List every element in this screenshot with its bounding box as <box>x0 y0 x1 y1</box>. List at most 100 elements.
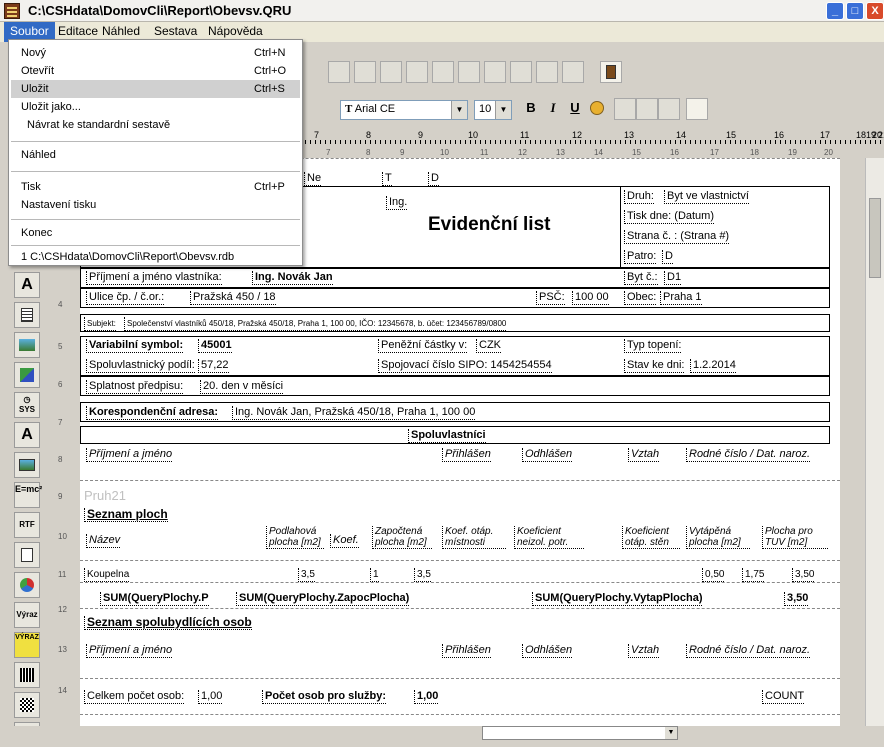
font-combo[interactable]: T Arial CE ▼ <box>340 100 468 120</box>
field-subjekt[interactable]: Společenství vlastníků 450/18, Pražská 4… <box>124 317 507 331</box>
expression-tool[interactable]: E=mc² <box>14 482 42 508</box>
align-bottom-icon[interactable] <box>458 61 480 83</box>
frame-icon[interactable] <box>686 98 708 120</box>
app-icon[interactable] <box>4 3 20 19</box>
minimize-button[interactable]: _ <box>826 2 844 20</box>
vyraz-tool[interactable]: Výraz <box>14 602 40 628</box>
col-odhlasen[interactable]: Odhlášen <box>522 448 573 462</box>
chevron-down-icon[interactable]: ▼ <box>665 727 677 739</box>
align-text-right-icon[interactable] <box>658 98 680 120</box>
field-druh[interactable]: Byt ve vlastnictví <box>664 190 749 204</box>
dbimage-tool[interactable] <box>14 452 40 478</box>
align-top-icon[interactable] <box>406 61 428 83</box>
field-koupelna[interactable]: Koupelna <box>84 568 130 582</box>
col-rodne-cislo[interactable]: Rodné číslo / Dat. naroz. <box>686 448 811 462</box>
section-seznam-ploch[interactable]: Seznam ploch <box>84 508 168 522</box>
col-osoby-rodne-cislo[interactable]: Rodné číslo / Dat. naroz. <box>686 644 811 658</box>
size-combo[interactable]: 10 ▼ <box>474 100 512 120</box>
dbtext-tool[interactable]: A <box>14 422 40 448</box>
dbrichtext-tool[interactable] <box>14 542 40 568</box>
label-patro[interactable]: Patro: <box>624 250 657 264</box>
label-vs[interactable]: Variabilní symbol: <box>86 339 184 353</box>
field-byt[interactable]: D1 <box>664 271 682 285</box>
space-evenly-icon[interactable] <box>536 61 558 83</box>
field-ulice[interactable]: Pražská 450 / 18 <box>190 291 276 305</box>
label-podil[interactable]: Spoluvlastnický podíl: <box>86 359 195 373</box>
scroll-thumb[interactable] <box>869 198 881 278</box>
field-penezni[interactable]: CZK <box>476 339 501 353</box>
col-prihlasen[interactable]: Přihlášen <box>442 448 491 462</box>
shape-tool[interactable] <box>14 362 40 388</box>
menu-item-nastaveni-tisku[interactable]: Nastavení tisku <box>11 196 300 214</box>
memo-tool[interactable] <box>14 302 40 328</box>
rtf-tool[interactable]: RTF <box>14 512 40 538</box>
label-subjekt[interactable]: Subjekt: <box>84 317 116 331</box>
chevron-down-icon[interactable]: ▼ <box>451 101 467 119</box>
col-osoby-prijmeni[interactable]: Příjmení a jméno <box>86 644 173 658</box>
vyraz-sum-tool[interactable]: VÝRAZ <box>14 632 40 658</box>
field-ing[interactable]: Ing. <box>386 196 408 210</box>
field-pocet-sluzby[interactable]: 1,00 <box>414 690 439 704</box>
vertical-scrollbar[interactable] <box>865 158 884 740</box>
align-middle-icon[interactable] <box>432 61 454 83</box>
menu-item-otevrit[interactable]: Otevřít Ctrl+O <box>11 62 300 80</box>
col-vztah[interactable]: Vztah <box>628 448 660 462</box>
align-text-left-icon[interactable] <box>614 98 636 120</box>
field-sum-podlahova[interactable]: SUM(QueryPlochy.P <box>100 592 209 606</box>
label-celkem[interactable]: Celkem počet osob: <box>84 690 185 704</box>
label-prijmeni-vlastnika[interactable]: Příjmení a jméno vlastníka: <box>86 271 222 285</box>
status-combo[interactable]: ▼ <box>482 726 678 740</box>
align-center-icon[interactable] <box>354 61 376 83</box>
align-text-center-icon[interactable] <box>636 98 658 120</box>
menu-item-navrat[interactable]: Návrat ke standardní sestavě <box>11 116 300 134</box>
field-vs[interactable]: 45001 <box>198 339 232 353</box>
col-osoby-prihlasen[interactable]: Přihlášen <box>442 644 491 658</box>
label-byt[interactable]: Byt č.: <box>624 271 658 285</box>
barcode-tool[interactable] <box>14 662 40 688</box>
field-stav[interactable]: 1.2.2014 <box>690 359 736 373</box>
align-left-icon[interactable] <box>328 61 350 83</box>
field-koef-val[interactable]: 1 <box>370 568 379 582</box>
center-in-band-icon[interactable] <box>562 61 584 83</box>
label-splatnost[interactable]: Splatnost předpisu: <box>86 380 184 394</box>
field-ne[interactable]: Ne <box>304 172 322 186</box>
menu-item-recent-file[interactable]: 1 C:\CSHdata\DomovCli\Report\Obevsv.rdb <box>11 248 300 266</box>
field-sum-tuv[interactable]: 3,50 <box>784 592 809 606</box>
field-t1[interactable]: T <box>382 172 392 186</box>
field-celkem[interactable]: 1,00 <box>198 690 223 704</box>
menu-item-nahled[interactable]: Náhled <box>11 146 300 164</box>
field-podil[interactable]: 57,22 <box>198 359 229 373</box>
exit-door-icon[interactable] <box>600 61 622 83</box>
menu-item-novy[interactable]: Nový Ctrl+N <box>11 44 300 62</box>
same-height-icon[interactable] <box>510 61 532 83</box>
field-psc[interactable]: 100 00 <box>572 291 609 305</box>
label-stav[interactable]: Stav ke dni: <box>624 359 685 373</box>
field-patro[interactable]: D <box>662 250 673 264</box>
menu-item-ulozit-jako[interactable]: Uložit jako... <box>11 98 300 116</box>
system-tool[interactable]: ◷ SYS <box>14 392 40 418</box>
col-podlahova[interactable]: Podlahová plocha [m2] <box>266 526 324 549</box>
bold-button[interactable]: B <box>520 98 542 120</box>
field-obec[interactable]: Praha 1 <box>660 291 702 305</box>
field-koresp[interactable]: Ing. Novák Jan, Pražská 450/18, Praha 1,… <box>232 406 476 420</box>
field-plocha-tuv-val[interactable]: 3,50 <box>792 568 815 582</box>
field-zapoctena-val[interactable]: 3,5 <box>414 568 431 582</box>
label-tool[interactable]: A <box>14 272 40 298</box>
menu-item-ulozit[interactable]: Uložit Ctrl+S <box>11 80 300 98</box>
col-vytapena[interactable]: Vytápěná plocha [m2] <box>686 526 750 549</box>
col-koef-otap[interactable]: Koef. otáp. místnosti <box>442 526 506 549</box>
col-osoby-vztah[interactable]: Vztah <box>628 644 660 658</box>
field-prijmeni-vlastnika[interactable]: Ing. Novák Jan <box>252 271 333 285</box>
field-sipo[interactable]: Spojovací číslo SIPO: 1454254554 <box>378 359 552 373</box>
field-podlahova-val[interactable]: 3,5 <box>298 568 315 582</box>
color-palette-icon[interactable] <box>586 98 608 120</box>
col-osoby-odhlasen[interactable]: Odhlášen <box>522 644 573 658</box>
chevron-down-icon[interactable]: ▼ <box>495 101 511 119</box>
field-sum-vytapplocha[interactable]: SUM(QueryPlochy.VytapPlocha) <box>532 592 703 606</box>
col-koef-neizol[interactable]: Koeficient neizol. potr. <box>514 526 584 549</box>
label-spoluvlastnici[interactable]: Spoluvlastníci <box>408 429 486 443</box>
close-button[interactable]: X <box>866 2 884 20</box>
image-tool[interactable] <box>14 332 40 358</box>
col-plocha-tuv[interactable]: Plocha pro TUV [m2] <box>762 526 828 549</box>
chart-tool[interactable] <box>14 572 40 598</box>
